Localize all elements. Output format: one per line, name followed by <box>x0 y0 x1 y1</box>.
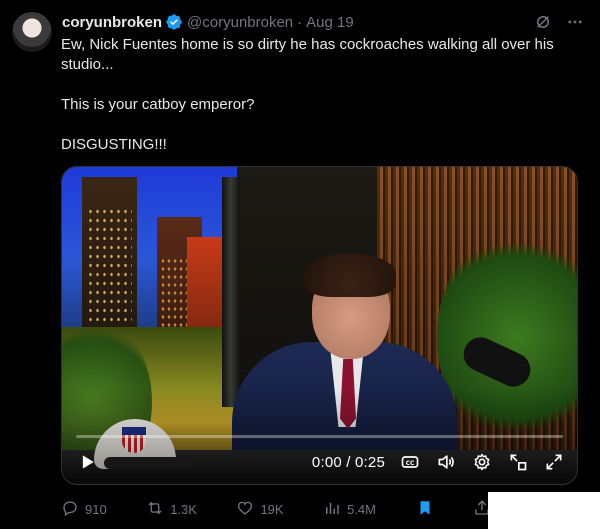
like-button[interactable]: 19K <box>236 499 284 520</box>
like-icon <box>236 499 254 520</box>
like-count: 19K <box>260 501 284 517</box>
video-time-readout: 0:00 / 0:25 <box>311 453 385 471</box>
separator: · <box>297 13 303 31</box>
avatar[interactable] <box>12 12 52 52</box>
blank-overlay <box>488 492 600 529</box>
bookmark-icon <box>416 499 434 520</box>
views-button[interactable]: 5.4M <box>323 499 376 520</box>
verified-badge-icon <box>165 13 183 31</box>
tweet-text-line: This is your catboy emperor? <box>61 96 255 113</box>
tweet-text-line: DISGUSTING!!! <box>61 136 167 153</box>
settings-icon[interactable] <box>471 451 493 473</box>
reply-icon <box>61 499 79 520</box>
tweet-header: coryunbroken @coryunbroken · Aug 19 <box>62 12 584 32</box>
captions-icon[interactable]: CC <box>399 451 421 473</box>
handle[interactable]: @coryunbroken <box>187 14 293 31</box>
views-count: 5.4M <box>347 501 376 517</box>
tweet-text: Ew, Nick Fuentes home is so dirty he has… <box>61 35 581 175</box>
video-controls: 0:00 / 0:25 CC <box>62 440 577 484</box>
reply-count: 910 <box>85 501 107 517</box>
display-name[interactable]: coryunbroken <box>62 14 162 31</box>
repost-icon <box>146 499 164 520</box>
svg-text:CC: CC <box>406 461 415 467</box>
reply-button[interactable]: 910 <box>61 499 107 520</box>
fullscreen-icon[interactable] <box>543 451 565 473</box>
video-progress-bar[interactable] <box>76 435 563 438</box>
timestamp[interactable]: Aug 19 <box>306 14 354 31</box>
more-icon[interactable] <box>566 13 584 31</box>
views-icon <box>323 499 341 520</box>
repost-button[interactable]: 1.3K <box>146 499 197 520</box>
play-icon[interactable] <box>76 451 98 473</box>
tweet[interactable]: coryunbroken @coryunbroken · Aug 19 Ew, … <box>0 0 600 529</box>
video-player[interactable]: 0:00 / 0:25 CC <box>61 166 578 485</box>
tweet-text-line: Ew, Nick Fuentes home is so dirty he has… <box>61 36 558 73</box>
minimize-icon[interactable] <box>507 451 529 473</box>
tweet-actions: 910 1.3K 19K 5.4M <box>61 498 491 520</box>
volume-icon[interactable] <box>435 451 457 473</box>
grok-icon[interactable] <box>534 13 552 31</box>
repost-count: 1.3K <box>170 501 197 517</box>
bookmark-button[interactable] <box>416 499 434 520</box>
